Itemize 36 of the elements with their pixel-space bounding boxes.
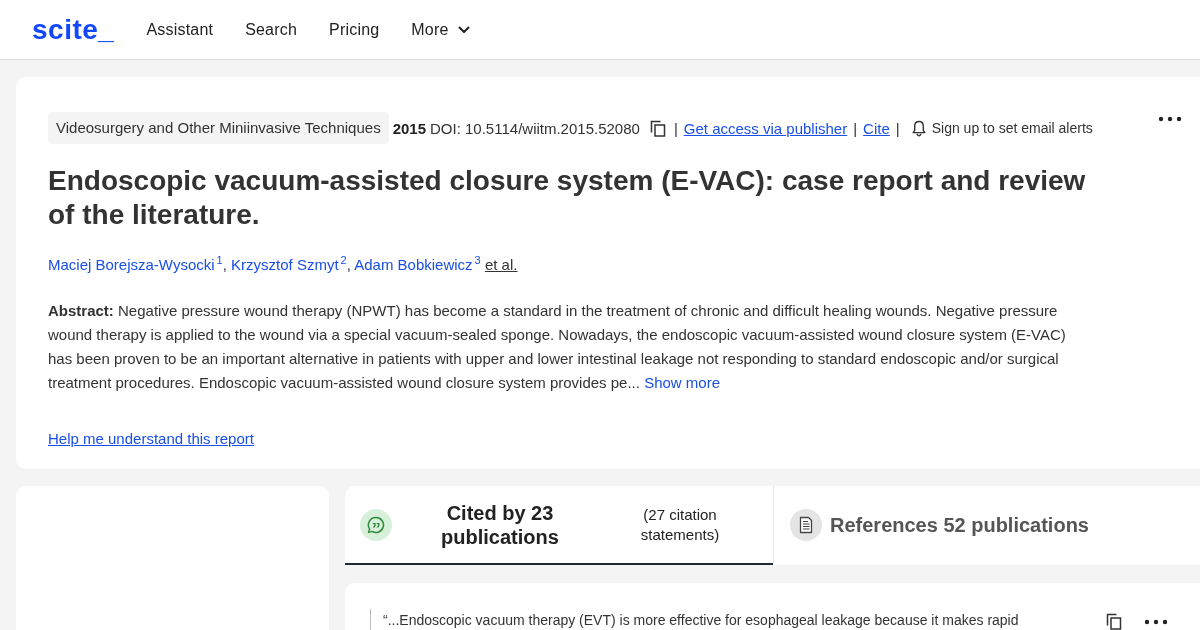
dots-icon <box>1144 618 1168 625</box>
author-list: Maciej Borejsza-Wysocki$^{1}$, Krzysztof Szmyt$^{2}$, Adam Bobkiewicz$^{3}$ et al. <box>48 249 1184 276</box>
separator: | <box>894 119 901 137</box>
publication-year: 2015 <box>392 119 426 137</box>
cite-link[interactable]: Cite <box>863 119 890 137</box>
doi-text: DOI: 10.5114/wiitm.2015.52080 <box>430 119 640 137</box>
author-link[interactable]: Krzysztof Szmyt$^{2}$ <box>231 256 347 273</box>
show-more-link[interactable]: Show more <box>644 374 720 391</box>
separator: | <box>672 119 679 137</box>
copy-button[interactable] <box>1104 611 1124 630</box>
paper-title: Endoscopic vacuum-assisted closure system (E-VAC): case report and review of the literature. <box>48 164 1087 232</box>
nav-link[interactable]: More <box>411 20 470 39</box>
nav-link[interactable]: Pricing <box>329 20 380 39</box>
tab[interactable]: References 52 publications <box>773 486 1200 565</box>
copy-icon <box>649 119 666 137</box>
tab[interactable]: Cited by 23 publications (27 citation statements) <box>345 486 773 565</box>
author-link[interactable]: Adam Bobkiewicz$^{3}$ <box>354 256 481 273</box>
email-alert-button[interactable]: Sign up to set email alerts <box>905 119 1093 137</box>
journal-tag[interactable]: Videosurgery and Other Miniinvasive Techniques <box>48 112 389 144</box>
nav-link[interactable]: Search <box>245 20 298 39</box>
document-icon <box>790 508 822 541</box>
quote-bubble-icon <box>360 508 392 541</box>
citation-quote: “...Endoscopic vacuum therapy (EVT) is more effective for esophageal leakage because it makes rapid <box>370 609 1019 630</box>
logo[interactable]: scite_ <box>32 13 115 46</box>
more-options-button[interactable] <box>1156 114 1184 124</box>
chevron-down-icon <box>457 25 470 34</box>
abstract-text: Abstract: Negative pressure wound therapy (NPWT) has become a standard in the treatment of chronic and difficult healing wounds. Negative pressure wound therapy is applied to the wound via a special vacuum-sealed sponge. Nowadays, the endoscopic vacuum-assisted wound closure system (E-VAC) has been proven to be an important alternative in patients with upper and lower intestinal leakage not responding to standard endoscopic and/or surgical treatment procedures. Endoscopic vacuum-assisted wound closure system provides pe... Show more <box>48 301 1067 393</box>
publisher-access-link[interactable]: Get access via publisher <box>683 119 848 137</box>
bell-icon <box>911 119 926 137</box>
separator: | <box>852 119 859 137</box>
et-al-link[interactable]: et al. <box>484 256 518 273</box>
author-link[interactable]: Maciej Borejsza-Wysocki$^{1}$ <box>48 256 223 273</box>
copy-icon <box>1106 613 1122 630</box>
help-link[interactable]: Help me understand this report <box>48 428 254 450</box>
dots-icon <box>1158 116 1182 122</box>
nav-link[interactable]: Assistant <box>146 20 214 39</box>
